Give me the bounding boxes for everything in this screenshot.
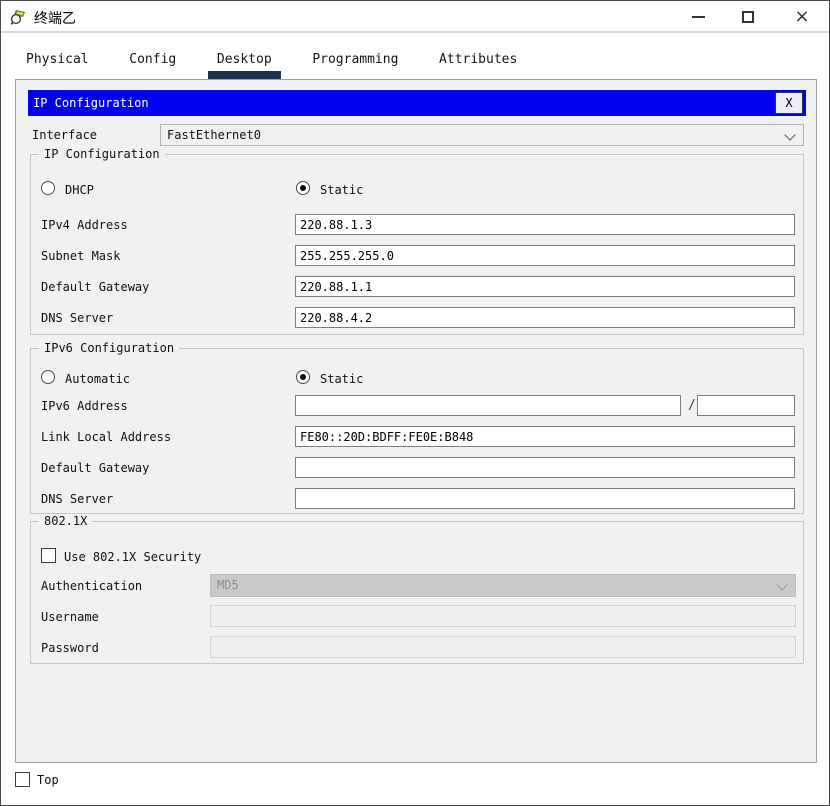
ipv6-dns-server-label: DNS Server: [41, 492, 114, 506]
dot1x-group: 802.1X Use 802.1X Security Authenticatio…: [30, 514, 804, 664]
maximize-button[interactable]: [729, 3, 767, 31]
packet-tracer-device-icon: [10, 10, 25, 25]
ip-configuration-panel: IP Configuration X Interface FastEtherne…: [15, 79, 817, 763]
interface-select[interactable]: FastEthernet0: [160, 124, 804, 146]
ipv6-prefix-input[interactable]: [697, 395, 795, 416]
ipv6-automatic-label: Automatic: [65, 372, 131, 386]
chevron-down-icon: [784, 129, 796, 141]
username-field: [210, 605, 796, 627]
titlebar: 终端乙 ×: [1, 1, 829, 33]
tab-bar: Physical Config Desktop Programming Attr…: [17, 47, 539, 80]
tab-attributes[interactable]: Attributes: [430, 47, 526, 80]
top-checkbox-label: Top: [37, 773, 59, 787]
minimize-icon: [691, 16, 705, 18]
username-label: Username: [41, 610, 99, 624]
top-checkbox[interactable]: [15, 772, 30, 787]
dialog-title: IP Configuration: [33, 96, 149, 110]
static-label: Static: [320, 183, 364, 197]
ipv6-dns-server-input[interactable]: [295, 488, 795, 509]
ipv4-address-input[interactable]: [295, 214, 795, 235]
tab-config[interactable]: Config: [120, 47, 185, 80]
ipv6-configuration-legend: IPv6 Configuration: [39, 341, 180, 355]
dhcp-label: DHCP: [65, 183, 94, 197]
default-gateway-label: Default Gateway: [41, 280, 150, 294]
ipv6-static-radio[interactable]: [296, 370, 310, 384]
use-8021x-security-checkbox[interactable]: [41, 548, 56, 563]
link-local-address-label: Link Local Address: [41, 430, 172, 444]
tab-desktop[interactable]: Desktop: [207, 47, 281, 80]
ipv6-configuration-group: IPv6 Configuration Automatic Static IPv6…: [30, 341, 804, 514]
dns-server-label: DNS Server: [41, 311, 114, 325]
authentication-select: MD5: [210, 574, 796, 597]
dialog-titlebar: IP Configuration X: [28, 90, 806, 116]
dialog-close-button[interactable]: X: [775, 92, 803, 114]
ipv4-address-label: IPv4 Address: [41, 218, 128, 232]
close-icon: ×: [794, 6, 810, 27]
static-radio[interactable]: [296, 181, 310, 195]
device-window: 终端乙 × Physical Config Desktop Programmin…: [0, 0, 830, 806]
close-button[interactable]: ×: [783, 3, 821, 31]
ipv6-address-label: IPv6 Address: [41, 399, 128, 413]
ipv6-default-gateway-input[interactable]: [295, 457, 795, 478]
ipv6-static-label: Static: [320, 372, 364, 386]
authentication-label: Authentication: [41, 579, 143, 593]
chevron-down-icon: [776, 579, 788, 591]
link-local-address-input[interactable]: [295, 426, 795, 447]
window-title: 终端乙: [34, 11, 76, 27]
maximize-icon: [742, 11, 754, 23]
password-label: Password: [41, 641, 99, 655]
prefix-separator: /: [688, 398, 696, 413]
ipv6-address-input[interactable]: [295, 395, 681, 416]
minimize-button[interactable]: [679, 3, 717, 31]
ipv6-default-gateway-label: Default Gateway: [41, 461, 150, 475]
use-8021x-security-label: Use 802.1X Security: [64, 550, 202, 564]
interface-label: Interface: [32, 128, 98, 142]
subnet-mask-label: Subnet Mask: [41, 249, 121, 263]
ip-configuration-legend: IP Configuration: [39, 147, 165, 161]
interface-select-value: FastEthernet0: [167, 128, 261, 142]
tab-programming[interactable]: Programming: [303, 47, 407, 80]
tab-physical[interactable]: Physical: [17, 47, 98, 80]
dns-server-input[interactable]: [295, 307, 795, 328]
dhcp-radio[interactable]: [41, 181, 55, 195]
authentication-select-value: MD5: [217, 578, 239, 592]
dot1x-legend: 802.1X: [39, 514, 93, 528]
ipv6-automatic-radio[interactable]: [41, 370, 55, 384]
ip-configuration-group: IP Configuration DHCP Static IPv4 Addres…: [30, 147, 804, 335]
password-field: [210, 636, 796, 658]
subnet-mask-input[interactable]: [295, 245, 795, 266]
default-gateway-input[interactable]: [295, 276, 795, 297]
